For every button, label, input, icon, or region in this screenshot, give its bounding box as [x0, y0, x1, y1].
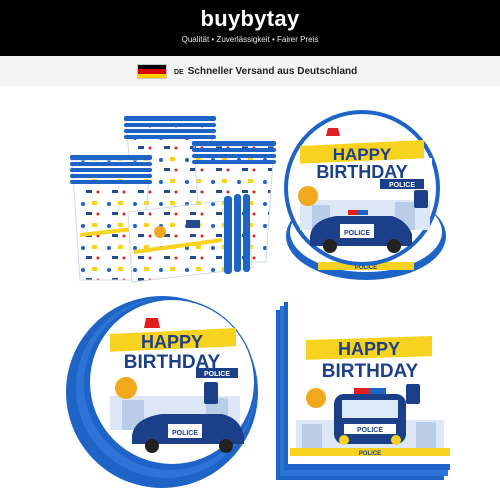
product-image: POLICE HAPPY BIRTHDAY POLICE POLICE HAPP: [66, 110, 450, 488]
small-plate-stack: HAPPY BIRTHDAY POLICE POLICE: [66, 296, 258, 488]
shipping-info: DE Schneller Versand aus Deutschland: [174, 66, 357, 77]
brand-tagline: Qualität • Zuverlässigkeit • Fairer Prei…: [181, 35, 319, 44]
napkin-stack: HAPPY BIRTHDAY POLICE POLICE: [276, 298, 450, 480]
store-header: buybytay Qualität • Zuverlässigkeit • Fa…: [0, 0, 500, 56]
napkin-happy-text: HAPPY: [338, 339, 400, 359]
napkin-birthday-text: BIRTHDAY: [322, 361, 419, 382]
country-code: DE: [174, 69, 184, 76]
napkin-car-police-text: POLICE: [357, 427, 383, 434]
plate-police-tag: POLICE: [389, 182, 415, 189]
small-plate-police-tag: POLICE: [204, 371, 230, 378]
small-car-police-text: POLICE: [172, 430, 198, 437]
germany-flag-icon: [137, 64, 167, 79]
paper-cups: [70, 116, 276, 283]
brand-name: buybytay: [200, 6, 300, 31]
car-police-text: POLICE: [344, 230, 370, 237]
shipping-message: Schneller Versand aus Deutschland: [187, 66, 358, 77]
large-plate-stack: POLICE HAPPY BIRTHDAY POLICE POLICE: [284, 110, 446, 280]
napkin-tape-text: POLICE: [359, 451, 381, 457]
